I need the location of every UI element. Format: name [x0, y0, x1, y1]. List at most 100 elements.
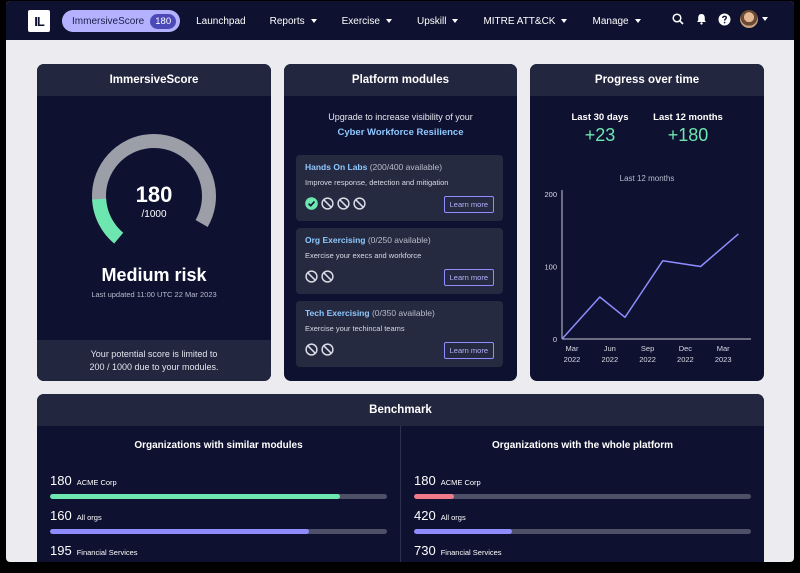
score-value: 180 [135, 182, 173, 207]
module-title: Hands On Labs (200/400 available) [305, 162, 442, 172]
benchmark-row: 730 Financial Services [414, 542, 751, 562]
progress-line-chart: 200 100 0 Mar 2022 Jun 2022 Sep 2022 Dec 2022 Mar 20… [544, 190, 751, 364]
platform-modules-card: Platform modules Upgrade to increase vis… [284, 64, 517, 381]
avatar [740, 10, 758, 28]
stat-last-30-days: Last 30 days +23 [560, 112, 640, 146]
immersive-labs-logo[interactable]: IL [28, 10, 50, 32]
score-limit-line2: 200 / 1000 due to your modules. [89, 361, 219, 372]
nav-launchpad[interactable]: Launchpad [196, 10, 246, 32]
risk-level: Medium risk [101, 265, 207, 285]
check-circle-icon [305, 197, 318, 210]
benchmark-row: 420 All orgs [414, 507, 751, 534]
upgrade-text: Upgrade to increase visibility of your [328, 112, 473, 122]
y-tick-label: 0 [553, 335, 557, 344]
benchmark-org: Financial Services [440, 548, 502, 557]
module-status-icons [305, 270, 334, 283]
blocked-icon [305, 343, 318, 356]
benchmark-score: 730 [414, 543, 436, 558]
benchmark-org: Financial Services [76, 548, 138, 557]
score-max: /1000 [141, 209, 167, 220]
user-menu[interactable] [740, 10, 768, 28]
card-title: Progress over time [530, 64, 764, 96]
benchmark-row: 195 Financial Services [50, 542, 387, 562]
blocked-icon [321, 197, 334, 210]
module-tech-exercising: Tech Exercising (0/350 available) Exerci… [296, 301, 503, 367]
main-nav: ImmersiveScore 180 Launchpad Reports Exe… [62, 10, 641, 32]
learn-more-button[interactable]: Learn more [443, 342, 494, 359]
progress-card: Progress over time Last 30 days +23 Last… [530, 64, 764, 381]
score-limit-line1: Your potential score is limited to [90, 348, 218, 359]
benchmark-row: 180 ACME Corp [414, 472, 751, 499]
benchmark-score: 180 [414, 473, 436, 488]
stat-label: Last 30 days [571, 112, 629, 123]
nav-mitre-attack-label: MITRE ATT&CK [483, 15, 556, 27]
chevron-down-icon [310, 19, 317, 23]
x-tick-year: 2022 [564, 355, 581, 364]
nav-score-badge: 180 [150, 13, 177, 29]
chevron-down-icon [561, 19, 568, 23]
benchmark-bar-fill [50, 529, 310, 534]
benchmark-bar [50, 529, 387, 534]
search-icon[interactable] [671, 12, 685, 26]
module-status-icons [305, 197, 366, 210]
module-name: Hands On Labs [305, 162, 368, 172]
nav-upskill-label: Upskill [416, 15, 447, 27]
module-description: Improve response, detection and mitigati… [305, 178, 449, 187]
y-tick-label: 100 [544, 263, 557, 272]
benchmark-row: 180 ACME Corp [50, 472, 387, 499]
x-tick-year: 2022 [601, 355, 618, 364]
benchmark-bar [414, 494, 751, 499]
immersivescore-card: ImmersiveScore 180 /1000 Medium risk Las… [37, 64, 271, 381]
nav-immersivescore[interactable]: ImmersiveScore 180 [62, 10, 181, 32]
x-tick-label: Dec [679, 344, 693, 353]
y-tick-label: 200 [544, 190, 557, 199]
card-title: Platform modules [284, 64, 517, 96]
module-org-exercising: Org Exercising (0/250 available) Exercis… [296, 228, 503, 294]
module-name: Org Exercising [305, 235, 366, 245]
module-hands-on-labs: Hands On Labs (200/400 available) Improv… [296, 155, 503, 221]
nav-manage-label: Manage [592, 15, 629, 27]
benchmark-bar-fill [414, 529, 512, 534]
blocked-icon [321, 343, 334, 356]
nav-immersivescore-label: ImmersiveScore [72, 15, 145, 27]
bell-icon[interactable] [694, 12, 708, 26]
chevron-down-icon [452, 19, 459, 23]
cyber-resilience-link[interactable]: Cyber Workforce Resilience [284, 127, 517, 138]
nav-upskill[interactable]: Upskill [416, 10, 459, 32]
chevron-down-icon [634, 19, 641, 23]
card-title: Benchmark [37, 394, 764, 426]
help-icon[interactable] [717, 12, 731, 26]
nav-reports-label: Reports [269, 15, 305, 27]
benchmark-row: 160 All orgs [50, 507, 387, 534]
benchmark-similar-modules: Organizations with similar modules 180 AC… [37, 426, 400, 562]
module-description: Exercise your techincal teams [305, 324, 405, 333]
benchmark-score: 180 [50, 473, 72, 488]
blocked-icon [305, 270, 318, 283]
benchmark-org: ACME Corp [440, 478, 481, 487]
nav-reports[interactable]: Reports [270, 10, 317, 32]
benchmark-column-title: Organizations with the whole platform [491, 440, 674, 451]
chevron-down-icon [762, 17, 768, 21]
benchmark-column-title: Organizations with similar modules [134, 440, 303, 451]
app-window: IL ImmersiveScore 180 Launchpad Reports … [6, 1, 794, 562]
nav-manage[interactable]: Manage [592, 10, 641, 32]
nav-launchpad-label: Launchpad [196, 15, 246, 27]
blocked-icon [353, 197, 366, 210]
top-nav-bar: IL ImmersiveScore 180 Launchpad Reports … [6, 1, 794, 40]
x-tick-year: 2022 [677, 355, 694, 364]
benchmark-bar-fill [414, 494, 455, 499]
x-tick-label: Mar [566, 344, 579, 353]
nav-exercise[interactable]: Exercise [342, 10, 392, 32]
benchmark-score: 420 [414, 508, 436, 523]
benchmark-org: All orgs [440, 513, 466, 522]
learn-more-button[interactable]: Learn more [443, 196, 494, 213]
blocked-icon [321, 270, 334, 283]
module-title: Org Exercising (0/250 available) [305, 235, 431, 245]
nav-mitre-attack[interactable]: MITRE ATT&CK [483, 10, 568, 32]
learn-more-button[interactable]: Learn more [443, 269, 494, 286]
module-description: Exercise your execs and workforce [305, 251, 422, 260]
chevron-down-icon [385, 19, 392, 23]
benchmark-org: ACME Corp [76, 478, 117, 487]
module-status-icons [305, 343, 334, 356]
module-availability: (0/250 available) [367, 235, 431, 245]
